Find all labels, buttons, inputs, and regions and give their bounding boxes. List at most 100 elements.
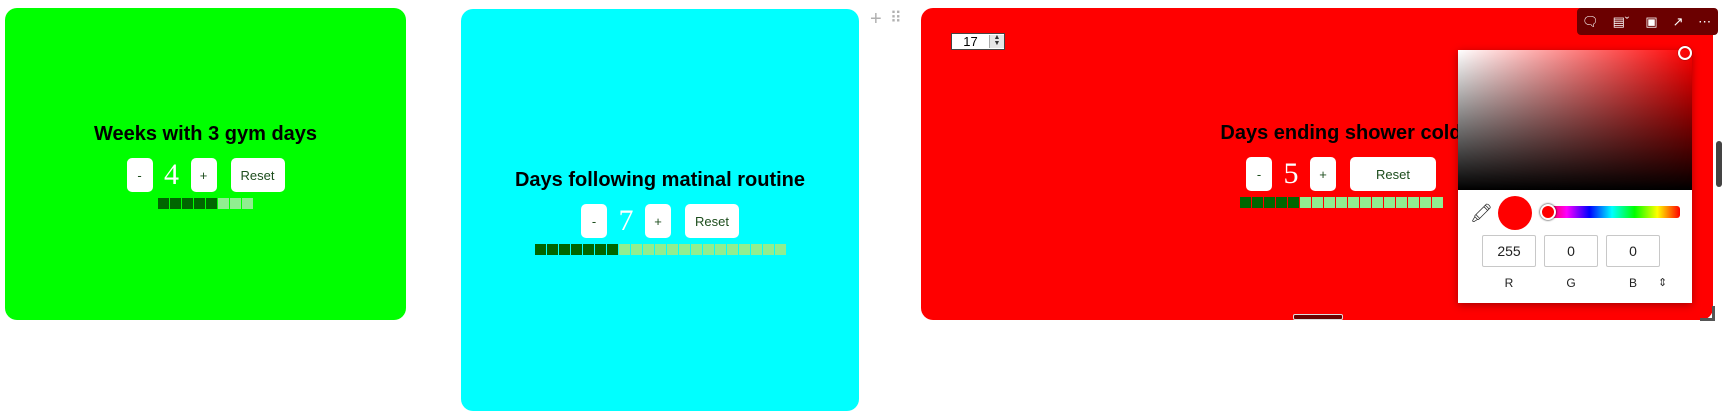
- reset-button[interactable]: Reset: [230, 158, 285, 192]
- progress-segment: [582, 244, 594, 255]
- blue-input[interactable]: 0: [1606, 235, 1660, 267]
- drag-handle-icon[interactable]: ⠿: [890, 9, 902, 29]
- progress-segment: [1395, 197, 1407, 208]
- progress-segment: [618, 244, 630, 255]
- progress-bar: [158, 198, 253, 209]
- sv-cursor[interactable]: [1678, 46, 1692, 60]
- progress-segment: [738, 244, 750, 255]
- progress-segment: [1239, 197, 1251, 208]
- progress-segment: [182, 198, 193, 209]
- resize-handle-bottom[interactable]: [1293, 314, 1343, 320]
- progress-segment: [774, 244, 786, 255]
- card-body: Days following matinal routine - 7 + Res…: [461, 169, 859, 255]
- progress-segment: [690, 244, 702, 255]
- reset-button[interactable]: Reset: [685, 204, 739, 238]
- hue-slider-thumb[interactable]: [1540, 204, 1556, 220]
- card-title: Days ending shower cold: [1220, 122, 1462, 144]
- progress-segment: [702, 244, 714, 255]
- progress-segment: [1431, 197, 1443, 208]
- red-input[interactable]: 255: [1482, 235, 1536, 267]
- progress-segment: [558, 244, 570, 255]
- progress-segment: [1335, 197, 1347, 208]
- progress-segment: [194, 198, 205, 209]
- green-input[interactable]: 0: [1544, 235, 1598, 267]
- layout-icon[interactable]: ▣: [1640, 14, 1662, 30]
- progress-segment: [1323, 197, 1335, 208]
- decrement-button[interactable]: -: [581, 204, 607, 238]
- progress-segment: [534, 244, 546, 255]
- progress-segment: [666, 244, 678, 255]
- format-toggle-icon[interactable]: ⇕: [1658, 276, 1667, 289]
- progress-segment: [1347, 197, 1359, 208]
- progress-segment: [750, 244, 762, 255]
- rgb-labels: R G B: [1482, 276, 1660, 290]
- progress-segment: [1407, 197, 1419, 208]
- open-external-icon[interactable]: ↗: [1667, 14, 1689, 30]
- increment-button[interactable]: +: [1310, 157, 1336, 191]
- progress-segment: [546, 244, 558, 255]
- scrollbar-thumb[interactable]: [1716, 141, 1722, 187]
- progress-segment: [218, 198, 229, 209]
- progress-segment: [642, 244, 654, 255]
- progress-segment: [1383, 197, 1395, 208]
- spinner-arrows-icon[interactable]: ▲ ▼: [989, 34, 1004, 48]
- progress-segment: [1299, 197, 1311, 208]
- goal-number-input[interactable]: 17 ▲ ▼: [951, 33, 1005, 50]
- progress-segment: [678, 244, 690, 255]
- eyedropper-icon[interactable]: 🖍: [1470, 203, 1493, 224]
- progress-segment: [1287, 197, 1299, 208]
- progress-segment: [230, 198, 241, 209]
- progress-segment: [1251, 197, 1263, 208]
- progress-segment: [1371, 197, 1383, 208]
- progress-segment: [630, 244, 642, 255]
- progress-segment: [1275, 197, 1287, 208]
- card-title: Days following matinal routine: [514, 169, 806, 191]
- decrement-button[interactable]: -: [126, 158, 153, 192]
- progress-segment: [654, 244, 666, 255]
- align-icon[interactable]: ▤ˇ: [1606, 14, 1636, 30]
- progress-segment: [570, 244, 582, 255]
- progress-segment: [1359, 197, 1371, 208]
- more-icon[interactable]: ⋯: [1694, 14, 1716, 30]
- progress-segment: [242, 198, 253, 209]
- color-picker: 🖍 255 0 0 R G B ⇕: [1458, 46, 1692, 303]
- progress-segment: [1311, 197, 1323, 208]
- resize-handle-corner[interactable]: [1700, 306, 1715, 321]
- goal-number-value: 17: [963, 34, 978, 49]
- decrement-button[interactable]: -: [1246, 157, 1272, 191]
- counter-controls: - 4 + Reset: [126, 158, 285, 192]
- increment-button[interactable]: +: [645, 204, 671, 238]
- block-toolbar: 🗨 ▤ˇ ▣ ↗ ⋯: [1577, 8, 1718, 35]
- progress-segment: [762, 244, 774, 255]
- add-block-icon[interactable]: +: [870, 9, 882, 29]
- progress-segment: [206, 198, 217, 209]
- red-label: R: [1504, 276, 1514, 290]
- progress-segment: [158, 198, 169, 209]
- counter-value: 5: [1283, 157, 1299, 190]
- card-body: Days ending shower cold - 5 + Reset: [1211, 122, 1471, 208]
- counter-controls: - 5 + Reset: [1246, 157, 1436, 191]
- counter-value: 4: [164, 158, 179, 191]
- progress-segment: [594, 244, 606, 255]
- card-gym-weeks: Weeks with 3 gym days - 4 + Reset: [5, 8, 406, 320]
- progress-segment: [1419, 197, 1431, 208]
- reset-button[interactable]: Reset: [1350, 157, 1436, 191]
- counter-value: 7: [618, 204, 634, 237]
- green-label: G: [1566, 276, 1576, 290]
- hue-slider[interactable]: [1540, 204, 1680, 220]
- progress-segment: [714, 244, 726, 255]
- progress-bar: [534, 244, 786, 255]
- comment-icon[interactable]: 🗨: [1579, 14, 1601, 30]
- counter-controls: - 7 + Reset: [581, 204, 739, 238]
- card-title: Weeks with 3 gym days: [93, 123, 318, 145]
- progress-segment: [606, 244, 618, 255]
- saturation-value-area[interactable]: [1458, 46, 1692, 190]
- progress-segment: [1263, 197, 1275, 208]
- card-matinal-routine: Days following matinal routine - 7 + Res…: [461, 9, 859, 411]
- progress-segment: [726, 244, 738, 255]
- card-body: Weeks with 3 gym days - 4 + Reset: [5, 123, 406, 209]
- color-swatch: [1498, 196, 1532, 230]
- increment-button[interactable]: +: [190, 158, 217, 192]
- progress-bar: [1239, 197, 1443, 208]
- rgb-inputs: 255 0 0: [1482, 235, 1660, 267]
